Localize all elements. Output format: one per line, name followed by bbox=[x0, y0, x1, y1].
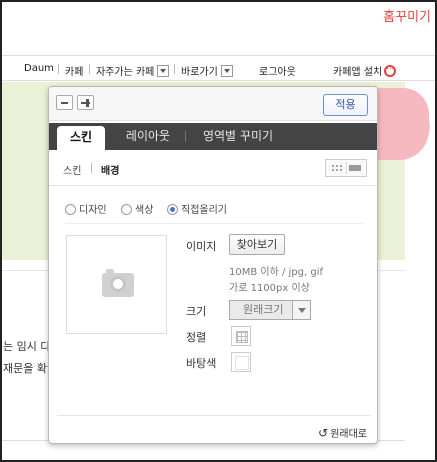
file-size-note: 10MB 이하 / jpg, gif bbox=[229, 267, 323, 278]
frequent-cafe-menu[interactable]: 자주가는 카페 bbox=[96, 63, 170, 78]
background-text: 는 임시 다 bbox=[3, 340, 51, 353]
shortcut-label: 바로가기 bbox=[181, 67, 218, 78]
radio-design[interactable]: 디자인 bbox=[65, 201, 107, 216]
reset-button[interactable]: ↺ 원래대로 bbox=[318, 425, 367, 440]
image-label: 이미지 bbox=[186, 240, 217, 253]
panel-tabs: 스킨 레이아웃 영역별 꾸미기 bbox=[49, 123, 377, 150]
chevron-down-icon[interactable] bbox=[292, 301, 310, 319]
apply-button[interactable]: 적용 bbox=[323, 94, 368, 116]
divider bbox=[57, 415, 371, 416]
top-navigation: Daum 카페 자주가는 카페 바로가기 로그아웃 카페앱 설치 bbox=[0, 55, 437, 81]
brand-title[interactable]: 홈꾸미기 bbox=[383, 6, 431, 25]
divider bbox=[346, 162, 347, 174]
align-picker[interactable] bbox=[231, 326, 251, 346]
reset-label: 원래대로 bbox=[330, 429, 367, 440]
cafe-link[interactable]: 카페 bbox=[65, 63, 83, 78]
subtab-separator bbox=[91, 163, 92, 173]
more-icon bbox=[384, 62, 397, 77]
decorative-blob bbox=[375, 88, 429, 160]
size-select[interactable]: 원래크기 bbox=[229, 300, 311, 320]
camera-icon bbox=[102, 269, 134, 297]
grid-view-icon[interactable] bbox=[331, 164, 343, 172]
radio-color[interactable]: 색상 bbox=[121, 201, 153, 216]
minimize-button[interactable] bbox=[56, 95, 73, 110]
undo-icon: ↺ bbox=[318, 426, 329, 440]
browse-button[interactable]: 찾아보기 bbox=[229, 234, 285, 255]
radio-circle-icon bbox=[121, 203, 132, 215]
chevron-down-icon[interactable] bbox=[157, 65, 170, 77]
width-note: 가로 1100px 이상 bbox=[229, 283, 310, 294]
radio-color-label: 색상 bbox=[135, 205, 154, 216]
radio-design-label: 디자인 bbox=[79, 205, 107, 216]
size-select-value: 원래크기 bbox=[243, 303, 284, 316]
subtab-background[interactable]: 배경 bbox=[101, 162, 119, 177]
chevron-down-icon[interactable] bbox=[220, 65, 233, 77]
cafe-app-label: 카페앱 설치 bbox=[333, 67, 383, 78]
radio-upload[interactable]: 직접올리기 bbox=[167, 201, 227, 216]
view-toggle[interactable] bbox=[325, 159, 367, 177]
bgcolor-label: 바탕색 bbox=[186, 357, 217, 370]
radio-selected-icon bbox=[167, 203, 178, 215]
image-preview bbox=[66, 235, 167, 334]
panel-toolbar: 적용 bbox=[49, 87, 377, 121]
subtab-skin[interactable]: 스킨 bbox=[63, 162, 81, 177]
skin-settings-panel: 적용 스킨 레이아웃 영역별 꾸미기 스킨 배경 디자인 색상 직접올리기 이미… bbox=[48, 86, 378, 444]
tab-layout[interactable]: 레이아웃 bbox=[117, 123, 179, 150]
bgcolor-picker[interactable] bbox=[231, 352, 251, 372]
daum-link[interactable]: Daum bbox=[24, 63, 54, 74]
tab-skin[interactable]: 스킨 bbox=[57, 126, 105, 150]
shortcut-menu[interactable]: 바로가기 bbox=[181, 63, 233, 78]
frequent-cafe-label: 자주가는 카페 bbox=[96, 67, 155, 78]
nav-separator bbox=[174, 64, 175, 74]
cafe-app-install-link[interactable]: 카페앱 설치 bbox=[333, 62, 397, 78]
logout-link[interactable]: 로그아웃 bbox=[259, 63, 296, 78]
size-label: 크기 bbox=[186, 305, 207, 318]
align-label: 정렬 bbox=[186, 331, 207, 344]
divider bbox=[65, 223, 363, 224]
nav-separator bbox=[89, 64, 90, 74]
tab-area-decoration[interactable]: 영역별 꾸미기 bbox=[193, 123, 283, 150]
radio-upload-label: 직접올리기 bbox=[181, 205, 227, 216]
radio-circle-icon bbox=[65, 203, 76, 215]
tab-separator bbox=[185, 131, 186, 142]
pin-button[interactable] bbox=[77, 95, 94, 110]
sub-tabs: 스킨 배경 bbox=[49, 150, 377, 186]
nav-separator bbox=[58, 64, 59, 74]
list-view-icon[interactable] bbox=[349, 165, 361, 171]
